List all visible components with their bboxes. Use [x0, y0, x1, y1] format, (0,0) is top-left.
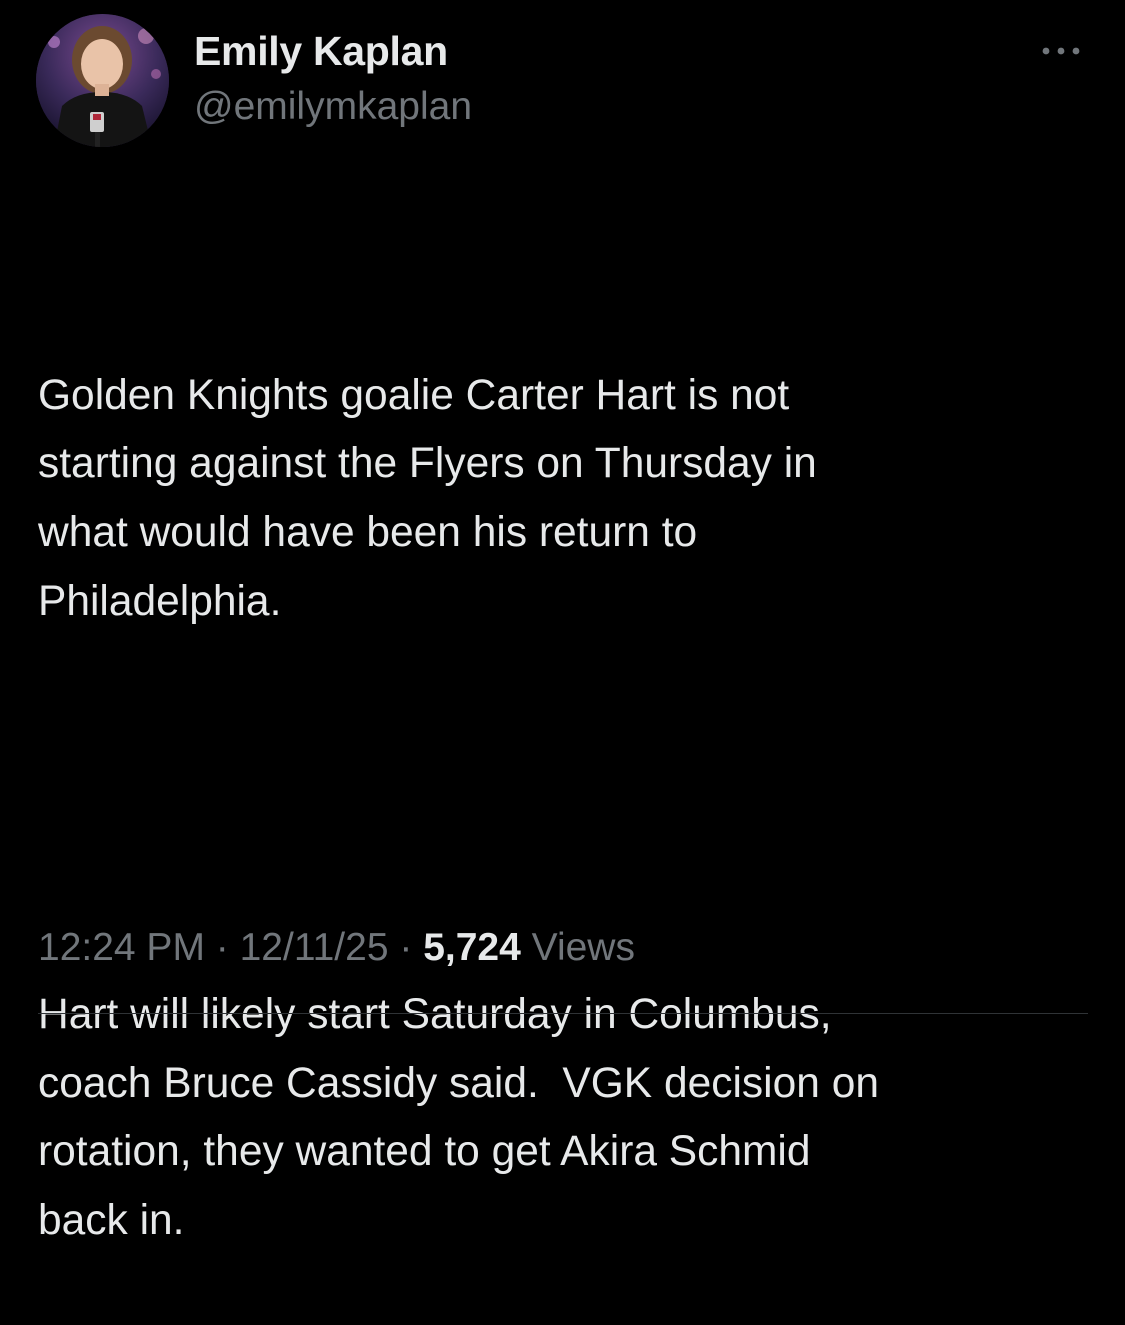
tweet-paragraph: Golden Knights goalie Carter Hart is not…: [38, 371, 817, 625]
meta-separator: ·: [204, 926, 240, 969]
author-display-name[interactable]: Emily Kaplan: [194, 28, 448, 75]
tweet-meta: 12:24 PM · 12/11/25 · 5,724 Views: [38, 926, 635, 970]
avatar[interactable]: [36, 14, 169, 147]
author-handle[interactable]: @emilymkaplan: [194, 85, 472, 129]
tweet-date[interactable]: 12/11/25: [240, 926, 389, 969]
divider: [38, 1013, 1088, 1014]
more-horizontal-icon: [1042, 47, 1080, 55]
more-options-button[interactable]: [1036, 36, 1086, 66]
views-count[interactable]: 5,724: [423, 926, 521, 969]
avatar-photo: [36, 14, 169, 147]
tweet-time[interactable]: 12:24 PM: [38, 926, 205, 969]
tweet-text: Golden Knights goalie Carter Hart is not…: [38, 224, 1088, 1325]
views-label: Views: [520, 926, 635, 969]
tweet-paragraph: Hart will likely start Saturday in Colum…: [38, 990, 879, 1245]
meta-separator: ·: [388, 926, 424, 969]
